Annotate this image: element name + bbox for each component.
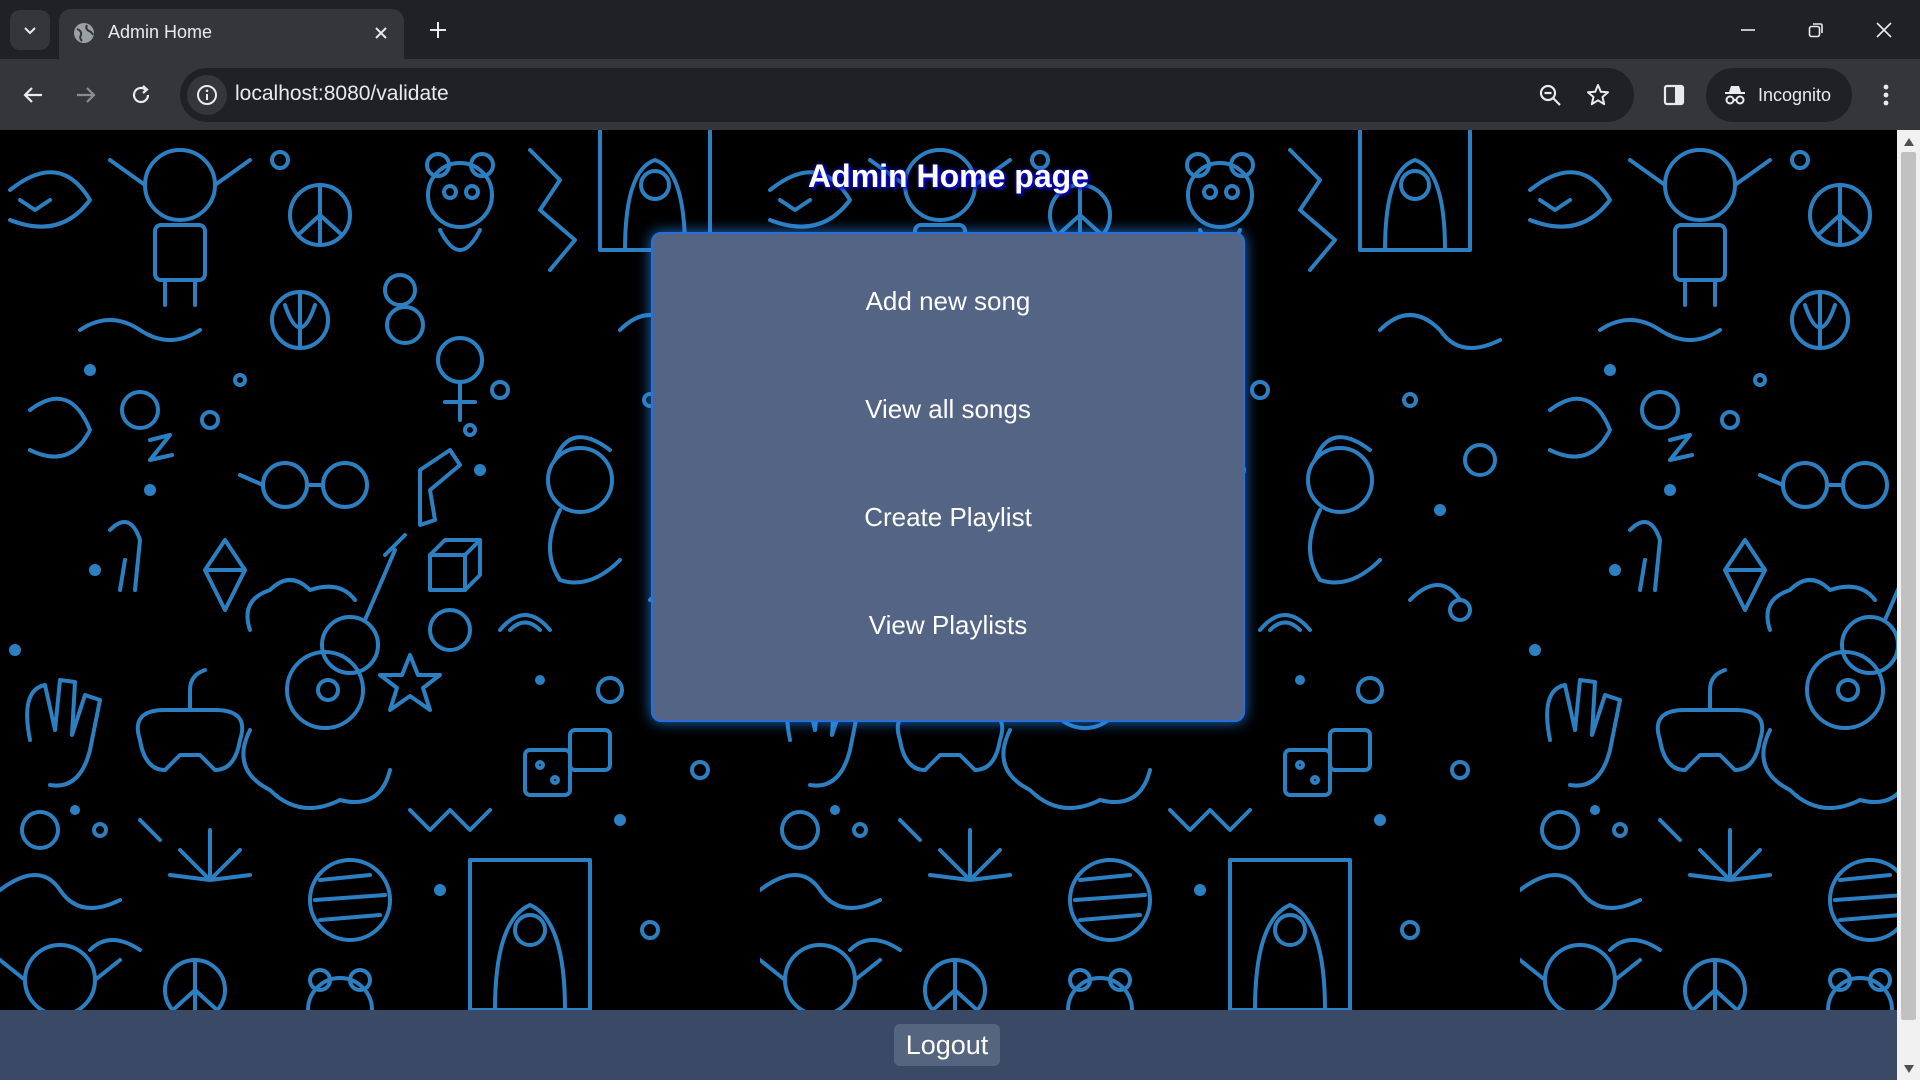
bookmark-button[interactable] [1582,79,1614,111]
tab-close-button[interactable] [368,20,394,46]
page-scrollbar[interactable] [1897,130,1920,1080]
incognito-icon [1725,86,1745,105]
view-all-songs-link[interactable]: View all songs [653,394,1243,425]
page-viewport: Admin Home page Add new song View all so… [0,130,1897,1080]
url-text[interactable]: localhost:8080/validate [235,82,449,106]
address-bar[interactable]: localhost:8080/validate [180,68,1634,122]
plus-icon [430,22,446,38]
minimize-button[interactable] [1714,0,1782,59]
scroll-thumb[interactable] [1901,152,1916,1020]
restore-button[interactable] [1782,0,1850,59]
side-panel-icon [1663,84,1685,106]
browser-menu-button[interactable] [1866,75,1906,115]
zoom-button[interactable] [1534,79,1566,111]
info-icon [197,85,217,105]
minimize-icon [1741,28,1755,31]
incognito-indicator[interactable]: Incognito [1706,68,1852,122]
more-vert-icon [1883,84,1889,106]
forward-button[interactable] [66,75,106,115]
close-icon [375,27,387,39]
site-info-button[interactable] [187,75,227,115]
scroll-down-arrow[interactable] [1902,1062,1915,1075]
side-panel-button[interactable] [1654,75,1694,115]
star-icon [1587,84,1609,106]
logout-button[interactable]: Logout [894,1024,1000,1066]
close-window-button[interactable] [1850,0,1918,59]
active-tab[interactable]: Admin Home [59,9,404,59]
scroll-up-arrow[interactable] [1902,135,1915,148]
incognito-label: Incognito [1758,84,1832,105]
reload-icon [132,85,150,104]
page-footer: Logout [0,1010,1897,1080]
restore-icon [1808,22,1823,37]
arrow-left-icon [23,87,42,103]
back-button[interactable] [13,75,53,115]
page-title: Admin Home page [808,158,1089,194]
reload-button[interactable] [121,75,161,115]
zoom-out-icon [1539,84,1561,106]
admin-menu-card: Add new song View all songs Create Playl… [651,232,1245,722]
triangle-down-icon [1903,1064,1914,1073]
view-playlists-link[interactable]: View Playlists [653,610,1243,641]
tab-bar: Admin Home [0,0,1920,59]
triangle-up-icon [1903,137,1914,146]
chevron-down-icon [24,27,36,35]
create-playlist-link[interactable]: Create Playlist [653,502,1243,533]
tab-search-button[interactable] [10,10,50,50]
arrow-right-icon [77,87,96,103]
new-tab-button[interactable] [420,12,456,48]
browser-toolbar: localhost:8080/validate Incognito [0,59,1920,130]
close-icon [1876,21,1892,38]
globe-icon [74,23,94,43]
add-new-song-link[interactable]: Add new song [653,286,1243,317]
tab-title: Admin Home [108,22,213,42]
